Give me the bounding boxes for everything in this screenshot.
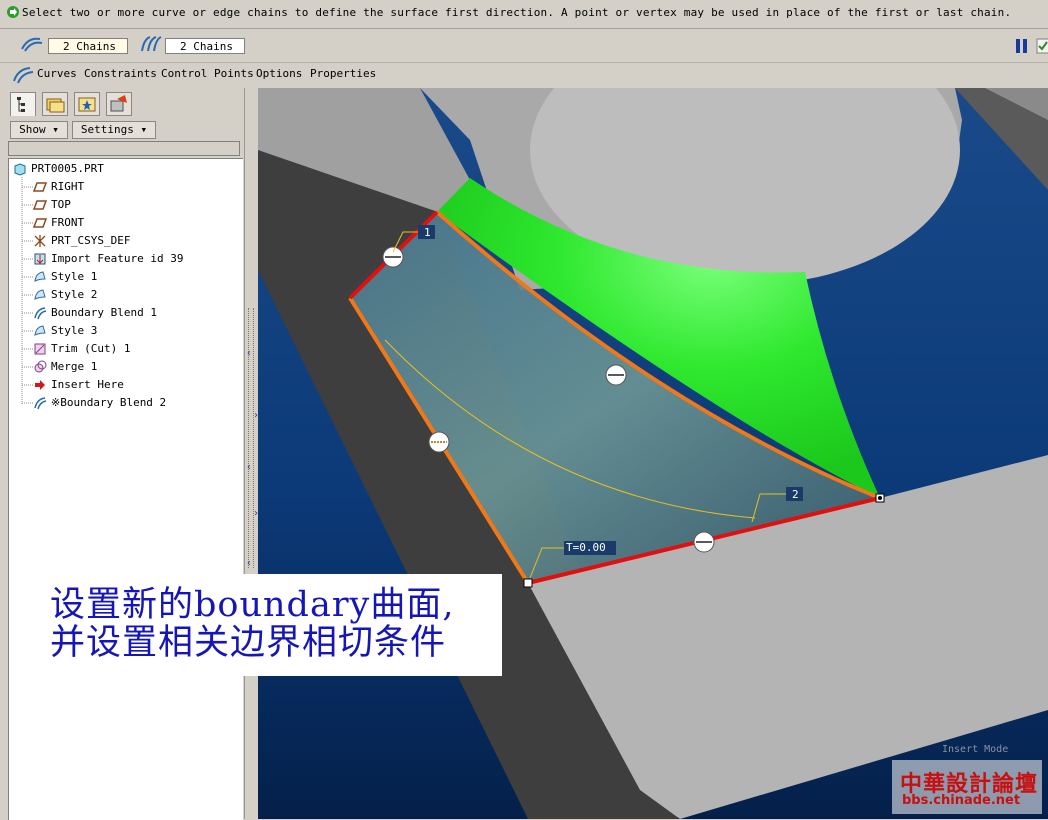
tab-options[interactable]: Options [256, 67, 302, 80]
model-scene [258, 88, 1048, 819]
second-direction-icon[interactable] [138, 35, 162, 53]
import-feature-icon [34, 253, 46, 265]
datum-plane-icon [33, 182, 47, 192]
graphics-viewport[interactable]: 1 2 T=0.00 Insert Mode [258, 88, 1048, 819]
insert-here-arrow-icon [35, 380, 45, 390]
tree-item-label: PRT_CSYS_DEF [51, 234, 131, 247]
settings-menu-button[interactable]: Settings ▾ [72, 121, 156, 139]
caption-line-2: 并设置相关边界相切条件 [50, 623, 447, 663]
splitter-grip [248, 308, 254, 568]
datum-plane-icon [33, 200, 47, 210]
style-icon [34, 325, 46, 336]
boundary-blend-icon [34, 307, 47, 320]
part-icon [14, 163, 26, 176]
tab-control-points[interactable]: Control Points [161, 67, 254, 80]
second-direction-collector[interactable]: 2 Chains [165, 38, 245, 54]
tangency-handle[interactable] [428, 431, 450, 453]
style-icon [34, 289, 46, 300]
connections-icon [110, 95, 127, 112]
chain-label-1: 1 [424, 226, 431, 239]
tree-item-label: RIGHT [51, 180, 85, 193]
show-menu-button[interactable]: Show ▾ [10, 121, 68, 139]
settings-menu-label: Settings [80, 123, 134, 136]
pause-icon[interactable] [1014, 38, 1030, 54]
vertex-marker[interactable] [523, 578, 533, 588]
dropdown-arrow-icon: ▾ [52, 123, 59, 136]
prompt-arrow-icon [7, 6, 19, 18]
tree-item-label: FRONT [51, 216, 85, 229]
watermark-url: bbs.chinade.net [902, 793, 1021, 808]
first-direction-collector[interactable]: 2 Chains [48, 38, 128, 54]
favorites-icon [78, 97, 96, 112]
boundary-blend-icon [34, 397, 47, 410]
collapse-left-icon[interactable]: ‹ [246, 348, 252, 359]
tree-item-label: ※Boundary Blend 2 [51, 396, 167, 409]
collapse-left-icon[interactable]: ‹ [246, 558, 252, 569]
datum-plane-icon [33, 218, 47, 228]
tree-item-label: Import Feature id 39 [51, 252, 184, 265]
tree-column-header [8, 141, 240, 156]
collapse-left-icon[interactable]: ‹ [246, 462, 252, 473]
tab-favorites[interactable] [74, 92, 100, 116]
tree-item-label: Style 3 [51, 324, 98, 337]
message-text: Select two or more curve or edge chains … [22, 6, 1012, 19]
tree-item-label: Boundary Blend 1 [51, 306, 157, 319]
csys-icon [34, 235, 46, 247]
dropdown-arrow-icon: ▾ [140, 123, 148, 136]
tree-item-label: Insert Here [51, 378, 124, 391]
mode-text: Insert Mode [942, 744, 1009, 755]
confirm-check-icon[interactable] [1036, 38, 1048, 54]
tangency-handle[interactable] [382, 246, 404, 268]
tab-curves[interactable]: Curves [37, 67, 77, 80]
panel-splitter[interactable]: ‹ › ‹ › ‹ [244, 88, 259, 819]
merge-icon [34, 360, 47, 373]
tree-item-label: Merge 1 [51, 360, 98, 373]
tension-label[interactable]: T=0.00 [566, 541, 606, 554]
tree-item-label: Style 2 [51, 288, 98, 301]
message-bar: Select two or more curve or edge chains … [0, 0, 1048, 29]
folder-icon [46, 98, 65, 113]
tree-item-label: Style 1 [51, 270, 98, 283]
tab-folder-browser[interactable] [42, 92, 68, 116]
model-tree: PRT0005.PRT RIGHT TOP FRONT PRT_CSYS_DEF… [8, 158, 243, 820]
tree-item-label: Trim (Cut) 1 [51, 342, 131, 355]
tab-connections[interactable] [106, 92, 132, 116]
tab-constraints[interactable]: Constraints [84, 67, 157, 80]
chain-label-2: 2 [792, 488, 799, 501]
style-icon [34, 271, 46, 282]
tree-root-label: PRT0005.PRT [31, 162, 104, 175]
tab-properties[interactable]: Properties [310, 67, 376, 80]
dashboard: 2 Chains 2 Chains [0, 30, 1048, 63]
boundary-blend-feature-icon [13, 67, 34, 84]
tangency-handle[interactable] [605, 364, 627, 386]
show-menu-label: Show [19, 123, 46, 136]
model-tree-icon [17, 97, 25, 112]
caption-box: 设置新的boundary曲面, 并设置相关边界相切条件 [44, 574, 502, 676]
tab-model-tree[interactable] [10, 92, 36, 116]
tangency-handle[interactable] [693, 531, 715, 553]
first-direction-icon[interactable] [20, 35, 44, 53]
tree-item-label: TOP [51, 198, 71, 211]
vertex-dot [878, 496, 882, 500]
trim-icon [34, 343, 46, 355]
slideup-tabs: Curves Constraints Control Points Option… [0, 64, 1048, 86]
